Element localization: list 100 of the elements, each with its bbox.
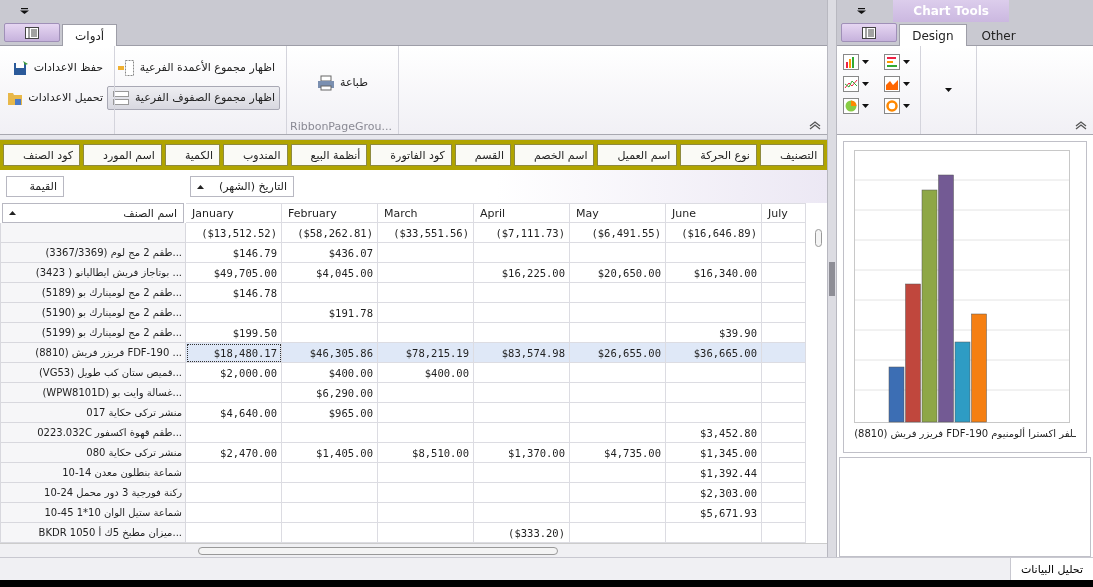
row-header[interactable]: ...غسالة وايت بو (WPW8101D)	[0, 383, 186, 403]
row-header[interactable]: شماعة بنطلون معدن 14-10	[0, 463, 186, 483]
table-cell	[762, 483, 806, 503]
application-menu-button[interactable]	[841, 23, 898, 42]
filter-field-button[interactable]: نوع الحركة	[680, 144, 757, 166]
row-header[interactable]: ... بوتاجاز فريش ايطاليانو ( 3423)	[0, 263, 186, 283]
document-tab[interactable]: تحليل البيانات	[1009, 558, 1093, 580]
table-cell	[762, 523, 806, 543]
filter-field-button[interactable]: اسم العميل	[597, 144, 678, 166]
table-cell	[762, 503, 806, 523]
area-chart-icon	[883, 76, 900, 92]
row-header[interactable]: ...طقم 2 مج لومينارك بو (5199)	[0, 323, 186, 343]
table-cell: ($16,646.89)	[666, 223, 762, 243]
caret-icon	[902, 104, 910, 108]
ribbon-tab[interactable]: أدوات	[62, 24, 118, 46]
group-caption: RibbonPageGrou...	[290, 120, 392, 133]
filter-field-button[interactable]: التصنيف	[759, 144, 825, 166]
row-header[interactable]: ... FDF-190 فريزر فريش (8810)	[0, 343, 186, 363]
table-cell: $199.50	[186, 323, 282, 343]
table-cell	[762, 463, 806, 483]
filter-field-button[interactable]: كود الفاتورة	[370, 144, 452, 166]
filter-field-button[interactable]: اسم المورد	[83, 144, 162, 166]
ribbon-tab[interactable]: Design	[899, 24, 967, 46]
table-cell: $3,452.80	[666, 423, 762, 443]
table-cell: $39.90	[666, 323, 762, 343]
row-header[interactable]: ركنة فورجية 3 دور محمل 24-10	[0, 483, 186, 503]
row-header[interactable]: شماعة ستيل الوان 10*1 45-10	[0, 503, 186, 523]
column-header: June	[666, 203, 762, 223]
line-chart-icon	[843, 76, 860, 92]
table-cell	[762, 243, 806, 263]
collapse-ribbon-icon[interactable]	[1075, 121, 1087, 130]
table-cell	[762, 223, 806, 243]
horizontal-bar-chart-icon	[883, 54, 900, 70]
table-cell	[762, 303, 806, 323]
ribbon-button[interactable]: اظهار مجموع الصفوف الفرعية	[106, 85, 280, 110]
column-header: February	[282, 203, 378, 223]
column-field-button[interactable]: التاريخ (الشهر)	[190, 176, 294, 197]
table-cell: $1,370.00	[474, 443, 570, 463]
row-field-button[interactable]: اسم الصنف	[2, 203, 184, 223]
filter-field-button[interactable]: الكمية	[164, 144, 220, 166]
table-cell: ($6,491.55)	[570, 223, 666, 243]
table-cell: $46,305.86	[282, 343, 378, 363]
ribbon-button[interactable]: تحميل الاعدادات	[2, 85, 108, 110]
printer-icon	[317, 74, 336, 91]
table-cell	[762, 343, 806, 363]
table-cell: $4,045.00	[282, 263, 378, 283]
filter-field-button[interactable]: القسم	[454, 144, 511, 166]
filter-field-button[interactable]: المندوب	[222, 144, 288, 166]
row-header[interactable]: ...طقم 2 مج لومينارك بو (5189)	[0, 283, 186, 303]
table-cell	[762, 323, 806, 343]
column-header: July	[762, 203, 806, 223]
filter-field-button[interactable]: كود الصنف	[3, 144, 81, 166]
table-cell: ($333.20)	[474, 523, 570, 543]
table-cell: $78,215.19	[378, 343, 474, 363]
caret-icon	[902, 82, 910, 86]
table-cell	[762, 403, 806, 423]
table-cell: $20,650.00	[570, 263, 666, 283]
column-header: May	[570, 203, 666, 223]
menu-icon[interactable]	[20, 8, 29, 14]
donut-chart-icon	[883, 98, 900, 114]
table-cell: $4,640.00	[186, 403, 282, 423]
application-menu-button[interactable]	[4, 23, 60, 42]
filter-field-button[interactable]: اسم الخصم	[513, 144, 595, 166]
splitter-handle[interactable]	[829, 261, 836, 296]
row-header[interactable]: ...طقم قهوة اكسفور 0223.032C	[0, 423, 186, 443]
table-cell	[762, 443, 806, 463]
row-header[interactable]: ...طقم 2 مج لوم (3367/3369)	[0, 243, 186, 263]
data-field-button[interactable]: القيمة	[6, 176, 64, 197]
category-label: ـلفر اكسترا ألومنيوم FDF-190 فريزر فريش (8810)	[854, 428, 1076, 439]
row-header[interactable]: منشر تركى حكاية 080	[0, 443, 186, 463]
rows-icon	[111, 89, 130, 106]
sort-arrow-icon	[197, 184, 204, 189]
row-header[interactable]: منشر تركى حكاية 017	[0, 403, 186, 423]
table-cell: ($33,551.56)	[378, 223, 474, 243]
columns-icon	[116, 59, 135, 76]
bar-chart-icon	[843, 54, 860, 70]
table-cell: $5,671.93	[666, 503, 762, 523]
row-header[interactable]: ...طقم 2 مج لومينارك بو (5190)	[0, 303, 186, 323]
filter-field-button[interactable]: أنظمة البيع	[290, 144, 368, 166]
table-cell: $16,225.00	[474, 263, 570, 283]
table-cell: ($13,512.52)	[186, 223, 282, 243]
table-cell	[762, 423, 806, 443]
table-cell: $2,470.00	[186, 443, 282, 463]
table-cell: $49,705.00	[186, 263, 282, 283]
table-cell: $146.79	[186, 243, 282, 263]
ribbon-button[interactable]: اظهار مجموع الأعمدة الفرعية	[111, 55, 280, 80]
menu-icon[interactable]	[857, 8, 867, 14]
caret-icon	[862, 104, 870, 108]
collapse-ribbon-icon[interactable]	[809, 121, 822, 130]
table-cell: $191.78	[282, 303, 378, 323]
table-cell: $436.07	[282, 243, 378, 263]
ribbon-button[interactable]: طباعة	[312, 70, 373, 95]
ribbon-tab[interactable]: Other	[968, 24, 1029, 46]
ribbon-button[interactable]: حفظ الاعدادات	[7, 55, 108, 80]
row-header[interactable]: ...ميزان مطبخ 5ك أ BKDR 1050	[0, 523, 186, 543]
pie-chart-icon	[843, 98, 860, 114]
row-header[interactable]: ...قميص ستان كب طويل (VG53)	[0, 363, 186, 383]
table-cell: $6,290.00	[282, 383, 378, 403]
table-cell: ($58,262.81)	[282, 223, 378, 243]
caret-icon	[945, 88, 953, 92]
